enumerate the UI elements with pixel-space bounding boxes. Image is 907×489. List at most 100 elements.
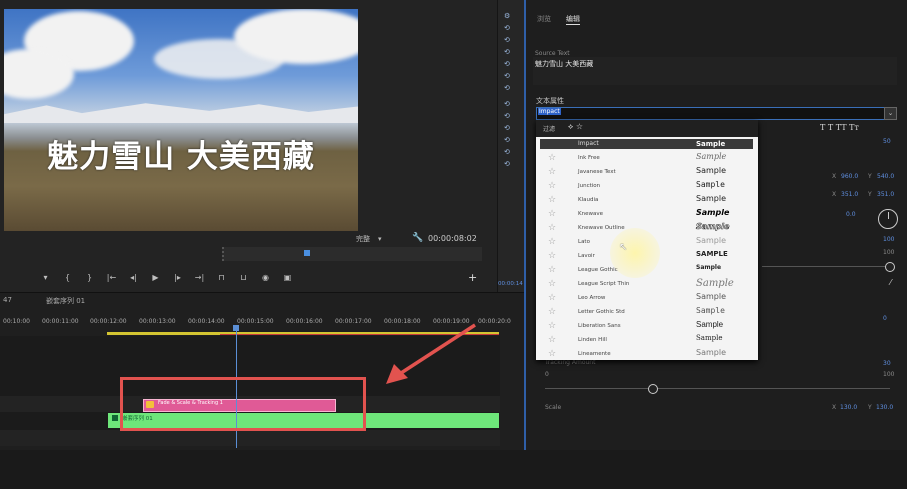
pos-y-value[interactable]: 540.0 bbox=[877, 173, 894, 180]
monitor-scrubber[interactable] bbox=[222, 247, 482, 261]
add-button-icon[interactable]: + bbox=[468, 271, 477, 284]
source-text-value[interactable]: 魅力雪山 大美西藏 bbox=[535, 59, 593, 69]
filter-icons[interactable]: ⟡ ☆ bbox=[568, 122, 583, 132]
strip-icon[interactable]: ⟲ bbox=[504, 136, 510, 144]
anchor-x-value[interactable]: 351.0 bbox=[841, 191, 858, 198]
tracking-value[interactable]: 30 bbox=[883, 360, 891, 367]
font-item[interactable]: ☆ Ink Free Sample bbox=[540, 151, 753, 165]
compare-icon[interactable]: ▣ bbox=[282, 273, 293, 282]
strip-icon[interactable]: ⟲ bbox=[504, 36, 510, 44]
sequence-tab[interactable]: 嵌套序列 01 bbox=[46, 296, 85, 306]
camera-icon[interactable]: ◉ bbox=[260, 273, 271, 282]
play-icon[interactable]: ▶ bbox=[150, 273, 161, 282]
star-icon[interactable]: ☆ bbox=[548, 237, 556, 247]
strip-icon[interactable]: ⟲ bbox=[504, 160, 510, 168]
font-item[interactable]: ☆ Leo Arrow Sample bbox=[540, 291, 753, 305]
mark-out-icon[interactable]: } bbox=[84, 273, 95, 282]
tracking-slider-knob[interactable] bbox=[648, 384, 658, 394]
step-back-icon[interactable]: ◂| bbox=[128, 273, 139, 282]
strip-icon[interactable]: ⟲ bbox=[504, 24, 510, 32]
opacity-value[interactable]: 100 bbox=[883, 236, 894, 243]
strip-icon[interactable]: ⟲ bbox=[504, 148, 510, 156]
quality-select[interactable]: 完整 bbox=[356, 234, 382, 244]
star-icon[interactable]: ☆ bbox=[548, 209, 556, 219]
star-icon[interactable]: ☆ bbox=[548, 335, 556, 345]
video-preview[interactable]: 魅力雪山 大美西藏 bbox=[4, 9, 358, 231]
strip-icon[interactable]: ⟲ bbox=[504, 84, 510, 92]
text-properties-label: 文本属性 bbox=[536, 97, 564, 105]
goto-in-icon[interactable]: |← bbox=[106, 273, 117, 282]
star-icon[interactable]: ☆ bbox=[548, 307, 556, 317]
tab-edit[interactable]: 编辑 bbox=[566, 14, 580, 25]
step-forward-icon[interactable]: |▸ bbox=[172, 273, 183, 282]
star-icon[interactable]: ☆ bbox=[548, 293, 556, 303]
star-icon[interactable]: ☆ bbox=[548, 195, 556, 205]
extract-icon[interactable]: ⊔ bbox=[238, 273, 249, 282]
strip-icon[interactable]: ⟲ bbox=[504, 100, 510, 108]
timeline-tab-number: 47 bbox=[3, 296, 12, 304]
scale-y-value[interactable]: 130.0 bbox=[876, 404, 893, 411]
strip-icon[interactable]: ⟲ bbox=[504, 60, 510, 68]
scale-label: Scale bbox=[545, 404, 562, 411]
star-icon[interactable]: ☆ bbox=[548, 167, 556, 177]
star-icon[interactable]: ☆ bbox=[548, 251, 556, 261]
font-select[interactable] bbox=[536, 107, 887, 120]
wrench-icon[interactable]: 🔧 bbox=[412, 233, 423, 243]
marker-icon[interactable]: ▾ bbox=[40, 273, 51, 282]
font-item[interactable]: ☆ Klaudia Sample bbox=[540, 193, 753, 207]
tracking-slider-track[interactable] bbox=[545, 388, 890, 389]
pos-x-label: X bbox=[832, 173, 837, 180]
mark-in-icon[interactable]: { bbox=[62, 273, 73, 282]
star-icon[interactable]: ☆ bbox=[548, 265, 556, 275]
strip-icon[interactable]: ⟲ bbox=[504, 72, 510, 80]
anchor-x-label: X bbox=[832, 191, 837, 198]
font-item[interactable]: ☆ Lineamente Sample bbox=[540, 347, 753, 359]
tracking-label: Tracking Amount bbox=[545, 359, 596, 366]
star-icon[interactable]: ☆ bbox=[548, 349, 556, 359]
font-item[interactable]: ☆ Liberation Sans Sample bbox=[540, 319, 753, 333]
monitor-playhead[interactable] bbox=[304, 250, 310, 256]
timeline-playhead[interactable] bbox=[233, 325, 239, 331]
opacity-slider-knob[interactable] bbox=[885, 262, 895, 272]
font-item[interactable]: ☆ Javanese Text Sample bbox=[540, 165, 753, 179]
goto-out-icon[interactable]: →| bbox=[194, 273, 205, 282]
clip-icon bbox=[112, 415, 118, 421]
star-icon[interactable]: ☆ bbox=[548, 223, 556, 233]
star-icon[interactable]: ☆ bbox=[548, 321, 556, 331]
strip-icon[interactable]: ⟲ bbox=[504, 112, 510, 120]
pos-x-value[interactable]: 960.0 bbox=[841, 173, 858, 180]
overlay-title[interactable]: 魅力雪山 大美西藏 bbox=[4, 131, 358, 176]
opacity-slider-track[interactable] bbox=[762, 266, 890, 267]
filter-label: 过滤 bbox=[543, 126, 556, 133]
scale-x-value[interactable]: 130.0 bbox=[840, 404, 857, 411]
strip-icon[interactable]: ⟲ bbox=[504, 124, 510, 132]
font-size-value[interactable]: 50 bbox=[883, 138, 891, 145]
star-icon[interactable]: ☆ bbox=[548, 181, 556, 191]
lift-icon[interactable]: ⊓ bbox=[216, 273, 227, 282]
font-item[interactable]: ☆ Letter Gothic Std Sample bbox=[540, 305, 753, 319]
strip-icon[interactable]: ⚙ bbox=[504, 12, 510, 20]
ruler-label: 00:00:14:00 bbox=[188, 318, 225, 325]
chevron-down-icon[interactable]: ⌄ bbox=[884, 107, 897, 120]
ruler-label: 00:00:15:00 bbox=[237, 318, 274, 325]
strip-icon[interactable]: ⟲ bbox=[504, 48, 510, 56]
font-style-buttons[interactable]: T T TT Tт bbox=[820, 123, 859, 132]
rotation-dial[interactable] bbox=[878, 209, 898, 229]
tracking-max: 100 bbox=[883, 371, 895, 378]
font-select-value[interactable]: Impact bbox=[538, 108, 561, 115]
source-text-label: Source Text bbox=[535, 50, 570, 57]
star-icon[interactable]: ☆ bbox=[548, 279, 556, 289]
eyedropper-icon[interactable]: ⁄ bbox=[890, 278, 891, 287]
current-font-sample: Sample bbox=[696, 140, 726, 148]
value-zero[interactable]: 0 bbox=[883, 315, 887, 322]
rotation-value[interactable]: 0.0 bbox=[846, 211, 856, 218]
font-item[interactable]: ☆ League Script Thin Sample bbox=[540, 277, 753, 291]
anchor-y-label: Y bbox=[868, 191, 872, 198]
font-item[interactable]: ☆ Junction Sample bbox=[540, 179, 753, 193]
star-icon[interactable]: ☆ bbox=[548, 153, 556, 163]
tab-browse[interactable]: 浏览 bbox=[537, 14, 551, 24]
font-item[interactable]: ☆ Linden Hill Sample bbox=[540, 333, 753, 347]
font-item[interactable]: ☆ Knewave Sample bbox=[540, 207, 753, 221]
duration-timecode: 00:00:08:02 bbox=[428, 234, 477, 243]
anchor-y-value[interactable]: 351.0 bbox=[877, 191, 894, 198]
